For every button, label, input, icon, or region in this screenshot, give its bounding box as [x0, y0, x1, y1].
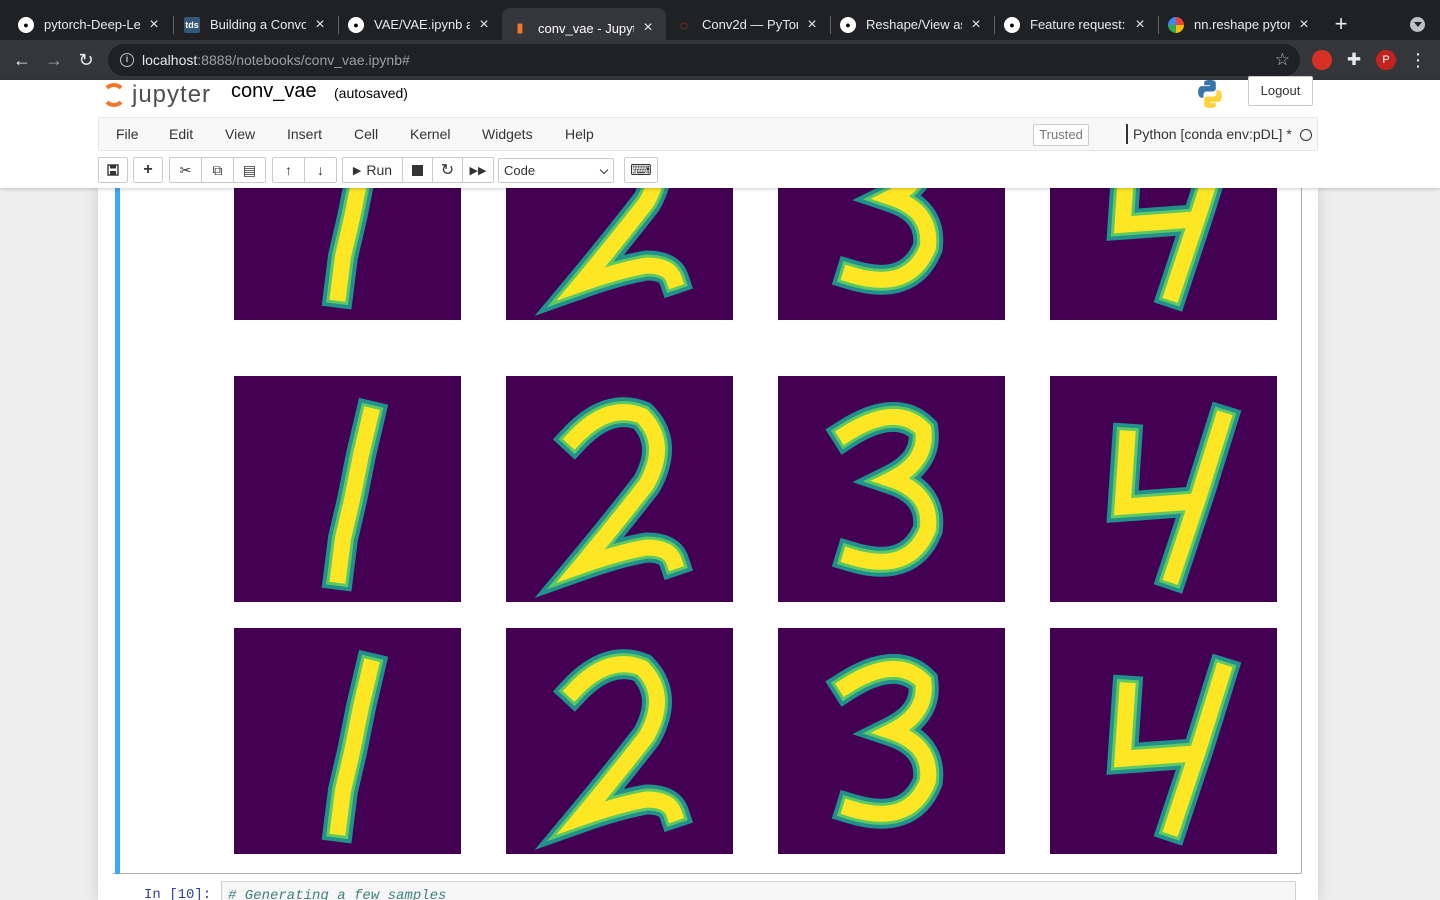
menu-bar: File Edit View Insert Cell Kernel Widget…: [98, 117, 1318, 151]
restart-icon: ↻: [440, 162, 455, 179]
menu-insert[interactable]: Insert: [287, 126, 322, 142]
bookmark-star-icon[interactable]: ☆: [1275, 50, 1290, 70]
close-icon[interactable]: ×: [476, 16, 492, 34]
plus-icon: +: [143, 161, 153, 178]
back-button[interactable]: ←: [10, 48, 34, 72]
arrow-down-icon: ↓: [317, 162, 324, 178]
extensions-puzzle-icon[interactable]: ✚: [1344, 50, 1364, 70]
input-prompt: In [10]:: [144, 887, 212, 900]
run-button[interactable]: ▶ Run: [342, 157, 403, 183]
github-icon: ●: [1004, 16, 1020, 33]
notebook-name[interactable]: conv_vae: [231, 80, 317, 103]
jupyter-icon: ▮: [516, 20, 524, 35]
paste-button[interactable]: ▤: [233, 157, 266, 183]
kernel-separator: [1126, 124, 1128, 144]
scissors-icon: ✂: [179, 161, 192, 178]
fast-forward-icon: ▶▶: [469, 164, 487, 177]
insert-cell-button[interactable]: +: [133, 157, 163, 183]
selected-cell-indicator: [115, 188, 120, 874]
interrupt-button[interactable]: [402, 157, 433, 183]
close-icon[interactable]: ×: [312, 16, 328, 34]
reload-button[interactable]: ↻: [74, 48, 98, 72]
tab-title: conv_vae - Jupyte: [538, 20, 634, 36]
restart-button[interactable]: ↻: [432, 157, 463, 183]
logout-button[interactable]: Logout: [1248, 76, 1313, 106]
address-bar[interactable]: i localhost:8888/notebooks/conv_vae.ipyn…: [108, 44, 1300, 76]
github-icon: ●: [348, 16, 364, 33]
menu-help[interactable]: Help: [565, 126, 594, 142]
copy-button[interactable]: ⧉: [201, 157, 234, 183]
notebook-container: [98, 188, 1318, 900]
cell-type-select[interactable]: Code: [498, 158, 614, 183]
save-icon: [107, 164, 119, 176]
keyboard-icon: ⌨: [630, 162, 652, 179]
tab-reshape-view[interactable]: ● Reshape/View as ×: [830, 8, 994, 41]
tab-nn-reshape[interactable]: nn.reshape pytor ×: [1158, 8, 1322, 41]
tab-title: Reshape/View as: [866, 17, 962, 32]
command-palette-button[interactable]: ⌨: [624, 157, 658, 183]
close-icon[interactable]: ×: [1132, 16, 1148, 34]
menu-widgets[interactable]: Widgets: [482, 126, 533, 142]
arrow-up-icon: ↑: [285, 162, 292, 178]
github-icon: ●: [840, 16, 856, 33]
save-button[interactable]: [98, 157, 128, 183]
stop-icon: [412, 164, 423, 176]
tab-vae-ipynb[interactable]: ● VAE/VAE.ipynb at ×: [338, 8, 502, 41]
new-tab-button[interactable]: +: [1330, 12, 1352, 36]
menu-edit[interactable]: Edit: [169, 126, 193, 142]
close-icon[interactable]: ×: [146, 16, 162, 34]
python-logo-icon: [1198, 80, 1222, 108]
tab-title: VAE/VAE.ipynb at: [374, 17, 470, 32]
site-info-icon[interactable]: i: [120, 53, 134, 67]
close-icon[interactable]: ×: [640, 19, 656, 37]
kernel-name[interactable]: Python [conda env:pDL] *: [1133, 126, 1292, 142]
tds-icon: tds: [184, 16, 200, 33]
code-cell-output[interactable]: [113, 188, 1302, 874]
tab-title: Conv2d — PyTorc: [702, 17, 798, 32]
cut-button[interactable]: ✂: [169, 157, 202, 183]
pytorch-icon: ◌: [679, 16, 689, 33]
url-text: localhost:8888/notebooks/conv_vae.ipynb#: [142, 52, 410, 68]
code-text: # Generating a few samples: [228, 888, 447, 900]
tab-title: Feature request: r: [1030, 17, 1126, 32]
tab-feature-request[interactable]: ● Feature request: r ×: [994, 8, 1158, 41]
kernel-status-icon: [1300, 129, 1312, 141]
menu-cell[interactable]: Cell: [354, 126, 378, 142]
copy-icon: ⧉: [212, 161, 223, 178]
tab-title: nn.reshape pytor: [1194, 17, 1290, 32]
tab-conv2d-pytorch[interactable]: ◌ Conv2d — PyTorc ×: [666, 8, 830, 41]
paste-icon: ▤: [242, 161, 257, 178]
browser-menu-icon[interactable]: ⋮: [1406, 48, 1430, 72]
menu-kernel[interactable]: Kernel: [410, 126, 450, 142]
move-down-button[interactable]: ↓: [304, 157, 337, 183]
tab-building-a-conv[interactable]: tds Building a Convol ×: [174, 8, 338, 41]
browser-toolbar: ← → ↻ i localhost:8888/notebooks/conv_va…: [0, 40, 1440, 80]
jupyter-logo[interactable]: jupyter: [102, 80, 211, 110]
google-icon: [1168, 16, 1184, 33]
move-up-button[interactable]: ↑: [272, 157, 305, 183]
menu-view[interactable]: View: [225, 126, 255, 142]
close-icon[interactable]: ×: [1296, 16, 1312, 34]
restart-run-all-button[interactable]: ▶▶: [462, 157, 494, 183]
menu-file[interactable]: File: [116, 126, 139, 142]
tab-pytorch-deep-learning[interactable]: ● pytorch-Deep-Le ×: [8, 8, 172, 41]
profile-avatar[interactable]: P: [1376, 50, 1396, 70]
jupyter-logo-icon: [102, 83, 126, 107]
tab-title: pytorch-Deep-Le: [44, 17, 140, 32]
tab-search-button[interactable]: [1410, 17, 1425, 32]
forward-button[interactable]: →: [42, 48, 66, 72]
close-icon[interactable]: ×: [968, 16, 984, 34]
save-status: (autosaved): [334, 85, 408, 101]
code-input[interactable]: # Generating a few samples: [221, 881, 1296, 900]
play-icon: ▶: [352, 164, 362, 177]
extension-icon[interactable]: [1312, 50, 1332, 70]
jupyter-header: jupyter conv_vae (autosaved) Logout File…: [0, 76, 1440, 188]
close-icon[interactable]: ×: [804, 16, 820, 34]
tab-title: Building a Convol: [210, 17, 306, 32]
github-icon: ●: [18, 16, 34, 33]
trusted-indicator[interactable]: Trusted: [1033, 124, 1089, 146]
